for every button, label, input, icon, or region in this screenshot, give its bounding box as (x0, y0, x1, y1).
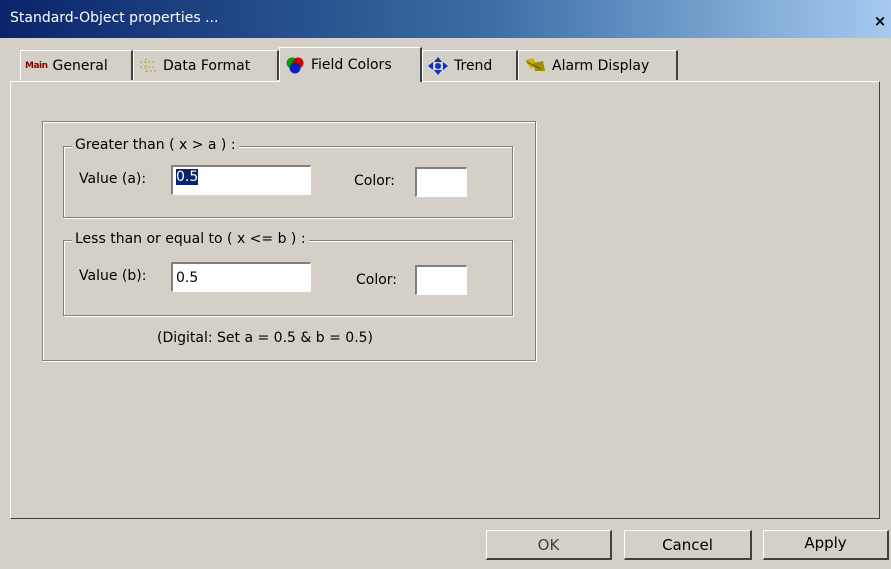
ok-button[interactable]: OK (486, 530, 612, 560)
color-b-swatch[interactable] (415, 265, 467, 295)
color-a-swatch[interactable] (415, 167, 467, 197)
tab-label: Alarm Display (552, 57, 650, 74)
main-icon: Main (25, 60, 48, 71)
tab-data-format[interactable]: Data Format (133, 50, 279, 80)
value-b-input[interactable] (171, 262, 311, 292)
greater-than-legend: Greater than ( x > a ) : (72, 137, 239, 153)
value-b-label: Value (b): (79, 268, 147, 284)
digital-note: (Digital: Set a = 0.5 & b = 0.5) (157, 330, 374, 346)
color-b-label: Color: (356, 272, 398, 288)
value-a-label: Value (a): (79, 171, 147, 187)
tab-field-colors[interactable]: Field Colors (279, 47, 422, 82)
less-than-group: Less than or equal to ( x <= b ) : Value… (63, 231, 513, 316)
alarm-display-icon (523, 57, 547, 75)
tab-trend[interactable]: Trend (422, 50, 518, 80)
trend-icon (427, 56, 449, 76)
greater-than-group: Greater than ( x > a ) : Value (a): 0.5 … (63, 137, 513, 218)
color-a-label: Color: (354, 173, 396, 189)
field-colors-icon (284, 55, 306, 75)
cancel-button[interactable]: Cancel (624, 530, 752, 560)
title-bar: Standard-Object properties ... × (0, 0, 891, 38)
value-a-input[interactable]: 0.5 (171, 165, 311, 195)
tab-label: Field Colors (311, 57, 392, 73)
close-icon[interactable]: × (871, 12, 889, 30)
apply-button[interactable]: Apply (763, 530, 889, 560)
button-bar (0, 519, 891, 569)
tab-alarm-display[interactable]: Alarm Display (518, 50, 678, 80)
tab-label: Data Format (163, 57, 251, 74)
window-title: Standard-Object properties ... (10, 10, 219, 26)
tab-label: General (52, 57, 108, 74)
tab-general[interactable]: Main General (20, 50, 133, 80)
less-than-legend: Less than or equal to ( x <= b ) : (72, 231, 309, 247)
data-format-icon (138, 58, 158, 74)
tab-label: Trend (454, 57, 493, 74)
field-colors-frame: Greater than ( x > a ) : Value (a): 0.5 … (42, 121, 536, 361)
